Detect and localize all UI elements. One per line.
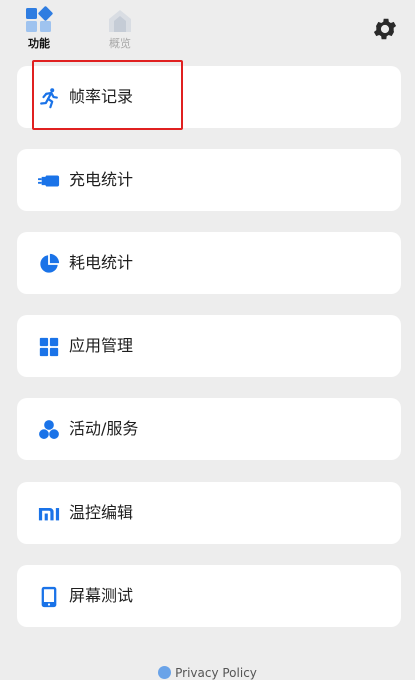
- privacy-policy-link[interactable]: Privacy Policy: [175, 666, 257, 680]
- menu-item-fps-record[interactable]: 帧率记录: [17, 66, 401, 128]
- menu-item-label: 耗电统计: [69, 253, 134, 272]
- footer: Privacy Policy: [0, 666, 415, 680]
- menu-item-label: 应用管理: [69, 336, 134, 355]
- menu-item-label: 帧率记录: [69, 87, 134, 106]
- menu-item-thermal-edit[interactable]: 温控编辑: [17, 482, 401, 544]
- tab-features[interactable]: 功能: [14, 6, 64, 56]
- top-bar: 功能 概览: [0, 0, 415, 60]
- menu-item-label: 活动/服务: [69, 419, 139, 438]
- gear-icon[interactable]: [371, 15, 399, 43]
- tab-overview-label: 概览: [109, 37, 131, 50]
- menu-item-power-stats[interactable]: 耗电统计: [17, 232, 401, 294]
- overview-house-icon: [109, 10, 131, 32]
- menu-item-label: 充电统计: [69, 170, 134, 189]
- menu-item-screen-test[interactable]: 屏幕测试: [17, 565, 401, 627]
- app-grid-icon: [39, 337, 59, 357]
- globe-icon: [158, 666, 172, 679]
- mi-logo-icon: [38, 508, 60, 521]
- charger-plug-icon: [38, 175, 60, 187]
- phone-screen-icon: [41, 586, 57, 608]
- tab-overview[interactable]: 概览: [95, 6, 145, 56]
- menu-item-label: 屏幕测试: [69, 586, 134, 605]
- menu-item-label: 温控编辑: [69, 503, 134, 522]
- menu-item-activity-service[interactable]: 活动/服务: [17, 398, 401, 460]
- three-circles-icon: [39, 420, 59, 439]
- features-grid-icon: [26, 6, 53, 32]
- menu-item-app-management[interactable]: 应用管理: [17, 315, 401, 377]
- tab-features-label: 功能: [28, 37, 50, 50]
- running-person-icon: [40, 88, 58, 109]
- pie-chart-icon: [40, 253, 60, 273]
- menu-item-charge-stats[interactable]: 充电统计: [17, 149, 401, 211]
